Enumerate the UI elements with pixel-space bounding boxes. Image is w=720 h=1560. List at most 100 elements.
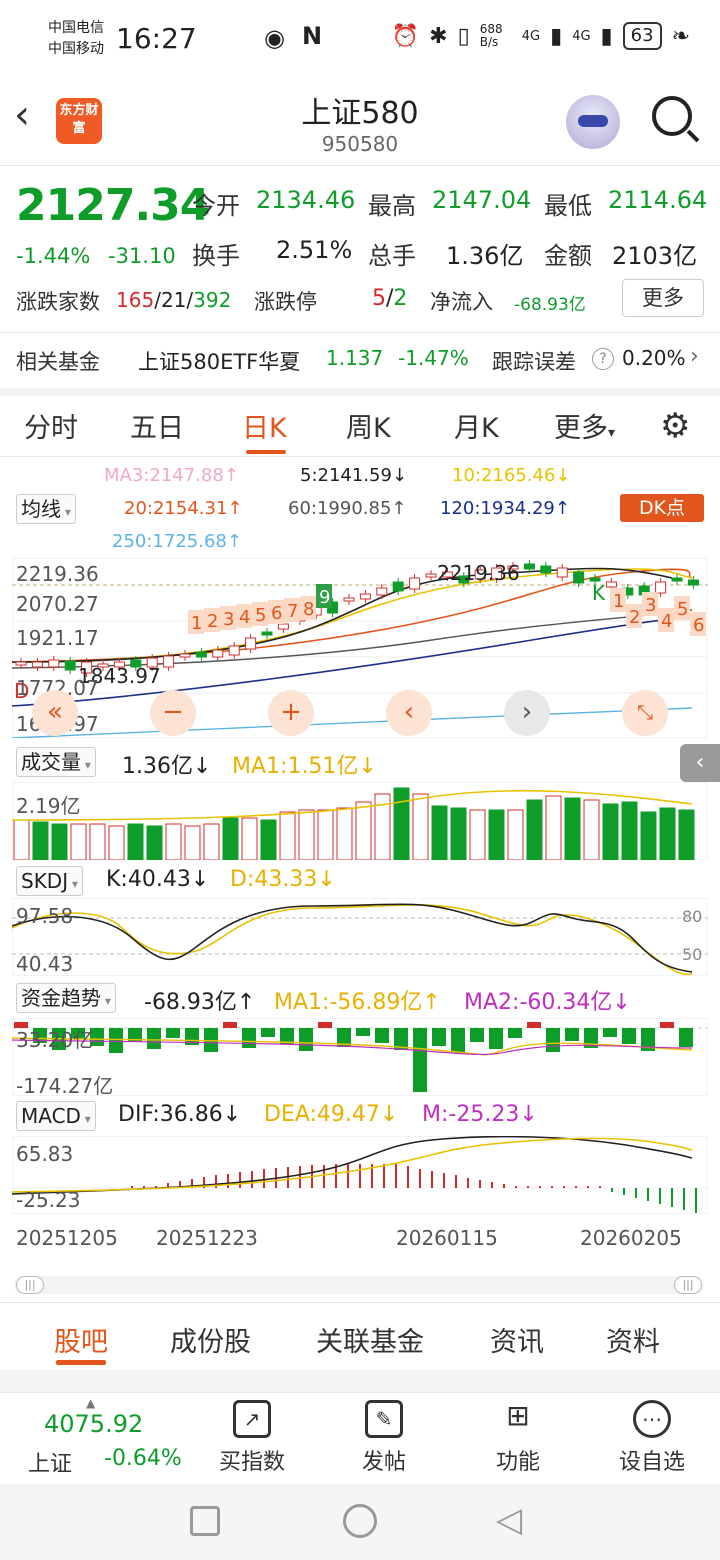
add-watchlist-button[interactable]: ⋯ 设自选 (602, 1400, 702, 1476)
tracking-value: 0.20% (622, 346, 686, 370)
skdj-d: D:43.33↓ (230, 867, 336, 892)
scroll-handle-right[interactable]: ||| (674, 1276, 702, 1294)
sequence-mark-number: 8 (303, 599, 314, 620)
tab-daily-k[interactable]: 日K (242, 406, 287, 445)
battery-icon: 63 (622, 22, 662, 50)
turnover-label: 换手 (192, 242, 240, 270)
fullscreen-icon[interactable]: ⤡ (622, 690, 668, 736)
scroll-left-fast-button[interactable]: « (32, 690, 78, 736)
volume-bar (412, 793, 429, 860)
tab-five-day[interactable]: 五日 (130, 406, 184, 445)
volume-bar (564, 797, 581, 860)
edit-icon: ✎ (365, 1400, 403, 1438)
dk-point-button[interactable]: DK点 (620, 494, 704, 522)
fund-axis-top: 33.20亿 (16, 1028, 94, 1052)
recents-icon[interactable] (190, 1506, 220, 1536)
index-change[interactable]: -0.64% (104, 1446, 182, 1471)
tab-more-label: 更多 (554, 413, 608, 444)
price-chart[interactable]: 2219.36 1843.97 K D 1 2 3 4 5 6 7 89 123456 (12, 558, 708, 738)
candle-body (195, 651, 207, 658)
sequence-mark-number: 4 (661, 611, 672, 632)
candle-body (359, 593, 371, 600)
sequence-mark-number: 2 (207, 611, 218, 632)
tab-news[interactable]: 资讯 (490, 1320, 544, 1359)
macd-axis-top: 65.83 (16, 1142, 74, 1166)
volume-bar (298, 809, 315, 860)
more-quote-button[interactable]: 更多 (622, 279, 704, 317)
sequence-mark-number: 5 (255, 605, 266, 626)
volume-chart (12, 782, 708, 860)
fund-flow-bar (527, 1022, 541, 1028)
volume-bar (678, 809, 695, 860)
tab-more[interactable]: 更多▾ (554, 406, 615, 445)
tab-weekly-k[interactable]: 周K (346, 406, 391, 445)
zoom-out-button[interactable]: − (150, 690, 196, 736)
functions-button[interactable]: ⊞ 功能 (468, 1400, 568, 1476)
chevron-right-icon[interactable]: › (690, 344, 699, 369)
ma-selector[interactable]: 均线 ▾ (16, 494, 76, 524)
volume-bar (317, 809, 334, 860)
buy-index-button[interactable]: ↗ 买指数 (202, 1400, 302, 1476)
caret-down-icon: ▾ (68, 877, 78, 891)
tab-forum[interactable]: 股吧 (54, 1320, 108, 1359)
fund-trend-selector[interactable]: 资金趋势 ▾ (16, 983, 116, 1013)
macd-selector[interactable]: MACD ▾ (16, 1101, 96, 1131)
fund-flow-bar (299, 1028, 313, 1051)
skdj-axis-top: 97.58 (16, 904, 74, 928)
active-tab-indicator (246, 450, 286, 454)
volume-bar (507, 809, 524, 860)
candle-body (15, 661, 27, 666)
volume-bar (431, 805, 448, 860)
tab-intraday[interactable]: 分时 (24, 406, 78, 445)
collapse-panel-button[interactable]: ‹ (680, 744, 720, 782)
home-icon[interactable] (343, 1504, 377, 1538)
tab-monthly-k[interactable]: 月K (454, 406, 499, 445)
tab-profile[interactable]: 资料 (606, 1320, 660, 1359)
section-gap (0, 1370, 720, 1392)
help-icon[interactable]: ? (592, 348, 614, 370)
fund-trend-value: -68.93亿↑ (144, 990, 256, 1015)
candle-body (163, 655, 175, 668)
flat-count: 21 (160, 288, 187, 312)
buy-index-label: 买指数 (218, 1450, 285, 1475)
index-name[interactable]: 上证 (28, 1446, 72, 1478)
scroll-handle-left[interactable]: ||| (16, 1276, 44, 1294)
sequence-mark-number: 7 (287, 601, 298, 622)
limit-label: 涨跌停 (254, 290, 317, 314)
gear-icon[interactable]: ⚙ (660, 406, 690, 446)
volume-bars (13, 787, 695, 860)
fund-flow-bar (375, 1028, 389, 1043)
search-icon[interactable] (652, 96, 692, 136)
volume-bar (203, 823, 220, 860)
index-value[interactable]: 4075.92 (44, 1410, 143, 1438)
ma20-line (12, 568, 693, 663)
fund-name[interactable]: 上证580ETF华夏 (138, 346, 300, 376)
fund-flow-bar (242, 1028, 256, 1048)
post-button[interactable]: ✎ 发帖 (334, 1400, 434, 1476)
volume-bar (13, 819, 30, 860)
section-gap (0, 388, 720, 396)
back-nav-icon[interactable]: ◁ (496, 1500, 522, 1540)
candle-body (376, 587, 388, 596)
tab-constituents[interactable]: 成份股 (170, 1320, 251, 1359)
scroll-left-button[interactable]: ‹ (386, 690, 432, 736)
tab-related-funds[interactable]: 关联基金 (316, 1320, 424, 1359)
dea-line (12, 1137, 693, 1193)
fund-flow-bar (318, 1022, 332, 1028)
volume-selector[interactable]: 成交量 ▾ (16, 747, 96, 777)
volume-bar (127, 823, 144, 860)
date-label-2: 20251223 (156, 1226, 258, 1250)
zoom-in-button[interactable]: + (268, 690, 314, 736)
robot-assistant-icon[interactable] (566, 95, 620, 149)
scroll-right-button[interactable]: › (504, 690, 550, 736)
signal-bars-icon-2: ▮ (600, 23, 613, 49)
candle-body (425, 573, 437, 578)
fund-flow-bar (470, 1028, 484, 1042)
fund-flow-bar (489, 1028, 503, 1049)
down-count: 392 (193, 288, 232, 312)
skdj-selector[interactable]: SKDJ ▾ (16, 866, 83, 896)
volume-axis: 2.19亿 (16, 794, 81, 818)
fund-axis-bottom: -174.27亿 (16, 1074, 114, 1098)
chart-scrollbar[interactable] (14, 1276, 704, 1294)
carrier-1: 中国电信 (48, 20, 104, 36)
